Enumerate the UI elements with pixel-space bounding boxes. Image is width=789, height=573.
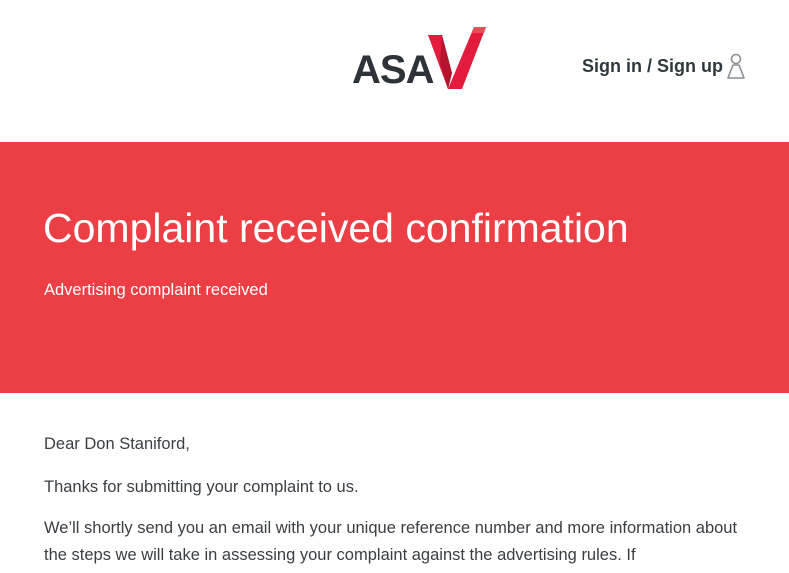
site-header: ASA Sign in / Sign up bbox=[0, 0, 789, 142]
confirmation-banner: Complaint received confirmation Advertis… bbox=[0, 142, 789, 393]
page-title: Complaint received confirmation bbox=[43, 205, 629, 251]
asa-logo-tick-icon bbox=[428, 27, 486, 89]
sign-in-label: Sign in / Sign up bbox=[582, 56, 723, 76]
asa-logo-text: ASA bbox=[352, 48, 434, 92]
info-paragraph: We’ll shortly send you an email with you… bbox=[44, 519, 738, 564]
page: ASA Sign in / Sign up Complaint received… bbox=[0, 0, 789, 573]
sign-in-sign-up-link[interactable]: Sign in / Sign up bbox=[582, 52, 747, 80]
user-icon bbox=[727, 53, 745, 79]
page-subtitle: Advertising complaint received bbox=[44, 281, 268, 299]
greeting-text: Dear Don Staniford, bbox=[44, 435, 190, 453]
thanks-text: Thanks for submitting your complaint to … bbox=[44, 478, 359, 496]
